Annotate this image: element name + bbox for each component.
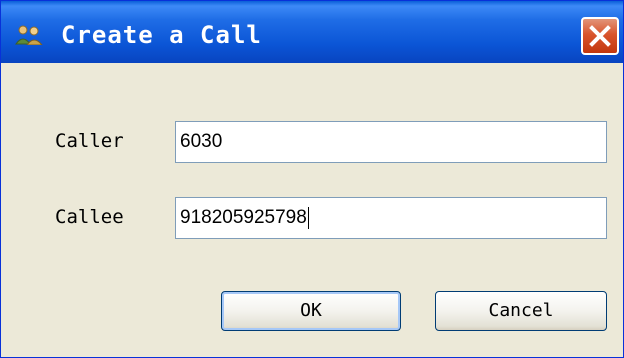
title-bar[interactable]: Create a Call (1, 1, 623, 63)
callee-label: Callee (55, 206, 124, 228)
close-button[interactable] (581, 17, 619, 55)
ok-button[interactable]: OK (221, 291, 401, 331)
close-icon (589, 25, 611, 47)
caller-label: Caller (55, 130, 124, 152)
users-icon (15, 25, 45, 46)
callee-value: 918205925798 (180, 207, 307, 228)
caller-input[interactable]: 6030 (175, 121, 607, 163)
create-call-dialog: Create a Call Caller 6030 Callee 9182059… (0, 0, 624, 358)
cancel-button[interactable]: Cancel (435, 291, 607, 331)
text-caret (307, 206, 309, 229)
callee-input[interactable]: 918205925798 (175, 197, 607, 239)
caller-value: 6030 (180, 131, 223, 152)
window-title: Create a Call (61, 21, 262, 49)
